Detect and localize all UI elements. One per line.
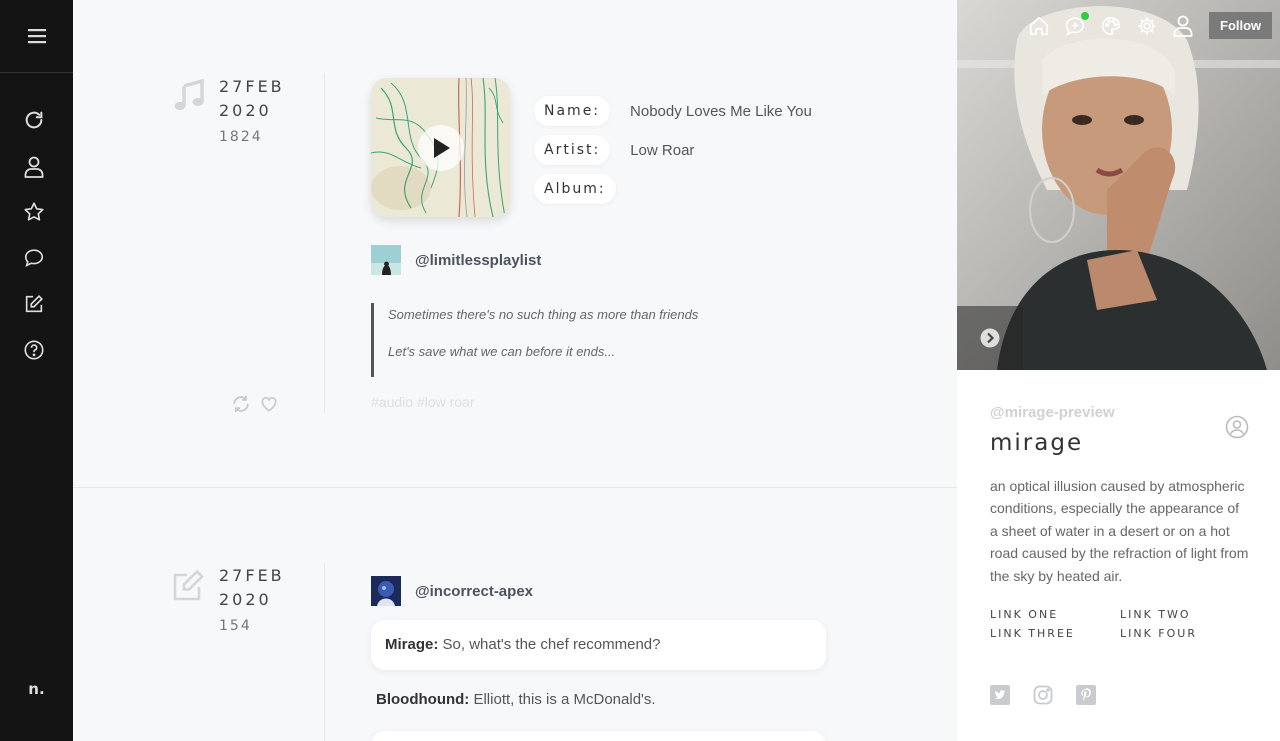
track-name-value: Nobody Loves Me Like You: [630, 102, 812, 120]
chat-line: Mirage: So, what's the chef recommend?: [371, 620, 826, 670]
post-divider: [324, 563, 325, 741]
link-one[interactable]: LINK ONE: [990, 608, 1120, 621]
blog-handle[interactable]: @mirage-preview: [990, 404, 1115, 421]
left-sidebar: n.: [0, 0, 73, 741]
link-two[interactable]: LINK TWO: [1120, 608, 1250, 621]
custom-links: LINK ONE LINK TWO LINK THREE LINK FOUR: [990, 608, 1250, 640]
chat-post: 27FEB 2020 154 @incorrect-apex Mirage: S…: [73, 489, 957, 741]
palette-icon[interactable]: [1099, 14, 1123, 38]
avatar[interactable]: [371, 245, 401, 275]
chat-line: [371, 731, 826, 741]
user-circle-icon[interactable]: [1225, 415, 1249, 439]
quote-line: Sometimes there's no such thing as more …: [388, 307, 699, 322]
note-count[interactable]: 1824: [219, 129, 263, 145]
audio-post: 27FEB 2020 1824 Name: Nobody Loves Me Li…: [73, 0, 957, 488]
account-icon[interactable]: [1171, 14, 1195, 38]
post-feed: 27FEB 2020 1824 Name: Nobody Loves Me Li…: [73, 0, 957, 741]
pinterest-icon[interactable]: [1076, 685, 1096, 705]
user-icon[interactable]: [22, 155, 46, 179]
edit-icon: [173, 569, 204, 601]
post-author[interactable]: @incorrect-apex: [371, 576, 533, 606]
music-icon: [174, 78, 204, 110]
reblog-icon[interactable]: [231, 394, 251, 414]
twitter-icon[interactable]: [990, 685, 1010, 705]
play-icon: [434, 138, 450, 158]
play-button[interactable]: [418, 125, 464, 171]
username[interactable]: @limitlessplaylist: [415, 252, 541, 269]
heart-icon[interactable]: [259, 394, 279, 414]
edit-icon[interactable]: [22, 292, 46, 316]
link-four[interactable]: LINK FOUR: [1120, 627, 1250, 640]
settings-icon[interactable]: [1135, 14, 1159, 38]
chat-speaker: Mirage:: [385, 636, 439, 653]
home-icon[interactable]: [1027, 14, 1051, 38]
chat-line: Bloodhound: Elliott, this is a McDonald'…: [376, 691, 656, 708]
track-name-row: Name: Nobody Loves Me Like You: [534, 96, 812, 126]
note-count[interactable]: 154: [219, 618, 252, 634]
post-date-day: 27FEB: [219, 566, 285, 585]
track-name-label: Name:: [534, 96, 611, 126]
top-toolbar: Follow: [1027, 11, 1273, 39]
album-cover[interactable]: [371, 78, 510, 217]
avatar[interactable]: [371, 576, 401, 606]
new-post-icon[interactable]: [1063, 11, 1089, 38]
refresh-icon[interactable]: [22, 108, 46, 132]
lyrics-quote: Sometimes there's no such thing as more …: [371, 303, 698, 377]
instagram-icon[interactable]: [1033, 685, 1053, 705]
chat-text: Elliott, this is a McDonald's.: [473, 691, 656, 708]
chevron-right-icon: [980, 328, 1000, 348]
post-date-day: 27FEB: [219, 77, 285, 96]
notification-dot: [1081, 11, 1089, 20]
post-date-year: 2020: [219, 590, 272, 609]
post-tags[interactable]: #audio #low roar: [371, 394, 475, 410]
post-author[interactable]: @limitlessplaylist: [371, 245, 541, 275]
chat-icon[interactable]: [22, 246, 46, 270]
track-artist-value: Low Roar: [630, 141, 695, 159]
social-links: [990, 685, 1096, 705]
link-three[interactable]: LINK THREE: [990, 627, 1120, 640]
post-divider: [324, 73, 325, 413]
post-date-year: 2020: [219, 101, 272, 120]
blog-sidebar: Follow @mirage-preview mirage an optical…: [957, 0, 1280, 741]
track-artist-label: Artist:: [534, 135, 611, 165]
header-photo: Follow: [957, 0, 1280, 370]
chat-text: So, what's the chef recommend?: [442, 636, 661, 653]
post-actions: [231, 394, 279, 414]
brand-logo[interactable]: n.: [0, 680, 73, 698]
quote-line: Let's save what we can before it ends...: [388, 344, 616, 359]
track-album-label: Album:: [534, 174, 616, 204]
help-icon[interactable]: [22, 338, 46, 362]
track-album-row: Album:: [534, 174, 636, 204]
blog-description: an optical illusion caused by atmospheri…: [990, 478, 1249, 584]
follow-button[interactable]: Follow: [1209, 12, 1273, 39]
next-photo-button[interactable]: [957, 306, 1023, 370]
username[interactable]: @incorrect-apex: [415, 583, 533, 600]
blog-title: mirage: [990, 430, 1084, 456]
track-artist-row: Artist: Low Roar: [534, 135, 694, 165]
menu-button[interactable]: [0, 0, 73, 73]
hamburger-icon: [27, 29, 46, 44]
star-icon[interactable]: [22, 200, 46, 224]
chat-speaker: Bloodhound:: [376, 691, 470, 708]
